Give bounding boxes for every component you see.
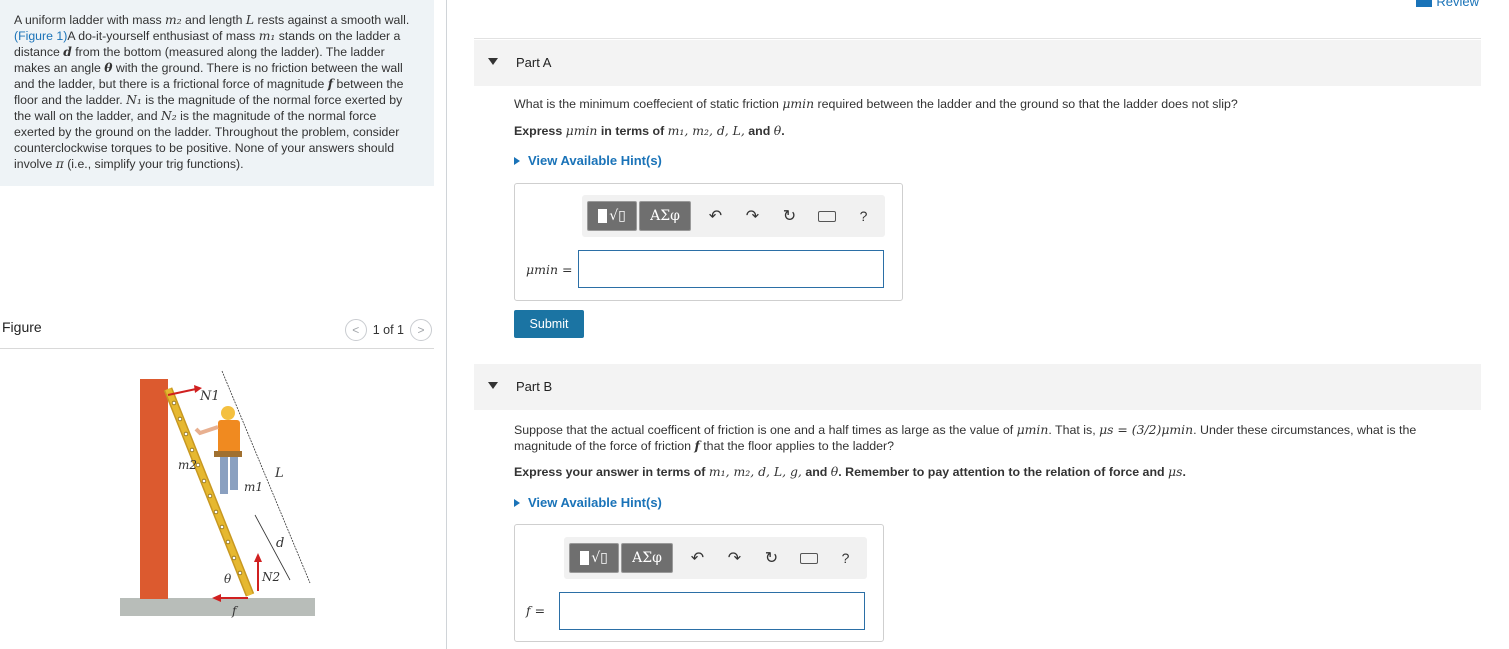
figure-header: Figure < 1 of 1 > (0, 315, 434, 349)
ladder (163, 387, 255, 597)
problem-text: A do-it-yourself enthusiast of mass (67, 29, 259, 43)
label-theta: θ (224, 572, 232, 586)
part-a-question: What is the minimum coeffecient of stati… (514, 96, 1238, 111)
review-label: Review (1436, 0, 1479, 9)
figure-title: Figure (2, 319, 42, 335)
column-divider (446, 0, 447, 649)
part-a-hint-link[interactable]: View Available Hint(s) (514, 153, 662, 168)
var-N2: N₂ (161, 109, 177, 123)
label-m2: m2 (178, 458, 197, 472)
problem-text: (i.e., simplify your trig functions). (63, 157, 244, 171)
review-icon (1416, 0, 1433, 7)
part-a-header[interactable]: Part A (474, 40, 1481, 86)
part-a-toolbar: √▯ ΑΣφ ↶ ↷ ↻ ? (582, 195, 885, 237)
label-m1: m1 (244, 480, 263, 494)
part-a-express: Express μmin in terms of m₁, m₂, d, L, a… (514, 123, 785, 138)
mu-s-equation: μs = (3/2)μmin (1099, 422, 1194, 437)
chevron-left-icon: < (352, 323, 360, 337)
var-L: L (245, 13, 255, 27)
templates-button[interactable]: √▯ (587, 201, 637, 231)
reset-icon[interactable]: ↻ (753, 543, 790, 573)
help-icon[interactable]: ? (845, 201, 882, 231)
reset-icon[interactable]: ↻ (771, 201, 808, 231)
part-a-answer-label: μmin = (526, 262, 573, 277)
templates-button[interactable]: √▯ (569, 543, 619, 573)
problem-text: A uniform ladder with mass (14, 13, 166, 27)
help-icon[interactable]: ? (827, 543, 864, 573)
next-figure-button[interactable]: > (410, 319, 432, 341)
figure-link[interactable]: (Figure 1) (14, 29, 67, 43)
part-b-answer-label: f = (526, 603, 546, 618)
part-a-title: Part A (516, 55, 552, 70)
part-b-answer-input[interactable] (559, 592, 865, 630)
var-mu-min: μmin (782, 96, 815, 111)
collapse-triangle-icon (488, 382, 498, 389)
expand-triangle-icon (514, 498, 520, 507)
chevron-right-icon: > (417, 323, 425, 337)
redo-icon[interactable]: ↷ (734, 201, 771, 231)
undo-icon[interactable]: ↶ (697, 201, 734, 231)
label-N2: N2 (261, 570, 280, 584)
var-m2: m₂ (165, 13, 182, 27)
keyboard-icon[interactable] (790, 543, 827, 573)
problem-text: rests against a smooth wall. (254, 13, 410, 27)
var-d: d (63, 44, 72, 59)
greek-symbols-button[interactable]: ΑΣφ (621, 543, 673, 573)
expand-triangle-icon (514, 156, 520, 165)
ladder-figure: N1 L d m2 m1 N2 θ f (110, 365, 330, 625)
ground (120, 598, 315, 616)
label-L: L (274, 466, 284, 481)
top-divider (474, 38, 1481, 39)
problem-statement: A uniform ladder with mass m₂ and length… (0, 0, 434, 186)
keyboard-icon[interactable] (808, 201, 845, 231)
part-b-question: Suppose that the actual coefficent of fr… (514, 422, 1417, 453)
figure-pager-text: 1 of 1 (372, 323, 404, 337)
collapse-triangle-icon (488, 58, 498, 65)
part-b-toolbar: √▯ ΑΣφ ↶ ↷ ↻ ? (564, 537, 867, 579)
label-N1: N1 (199, 389, 220, 404)
label-d: d (276, 536, 284, 551)
prev-figure-button[interactable]: < (344, 319, 367, 341)
var-pi: π (55, 157, 64, 171)
problem-text: and length (181, 13, 246, 27)
var-N1: N₁ (126, 93, 142, 107)
var-m1: m₁ (258, 29, 276, 43)
part-a-answer-input[interactable] (578, 250, 884, 288)
part-b-express: Express your answer in terms of m₁, m₂, … (514, 464, 1186, 479)
undo-icon[interactable]: ↶ (679, 543, 716, 573)
part-b-hint-link[interactable]: View Available Hint(s) (514, 495, 662, 510)
wall (140, 379, 168, 599)
review-link[interactable]: Review (1416, 0, 1479, 9)
greek-symbols-button[interactable]: ΑΣφ (639, 201, 691, 231)
ladder-diagram: N1 L d m2 m1 N2 θ f (120, 370, 315, 618)
submit-button[interactable]: Submit (514, 310, 584, 338)
figure-pager: < 1 of 1 > (344, 319, 432, 341)
part-b-header[interactable]: Part B (474, 364, 1481, 410)
redo-icon[interactable]: ↷ (716, 543, 753, 573)
part-b-title: Part B (516, 379, 553, 394)
